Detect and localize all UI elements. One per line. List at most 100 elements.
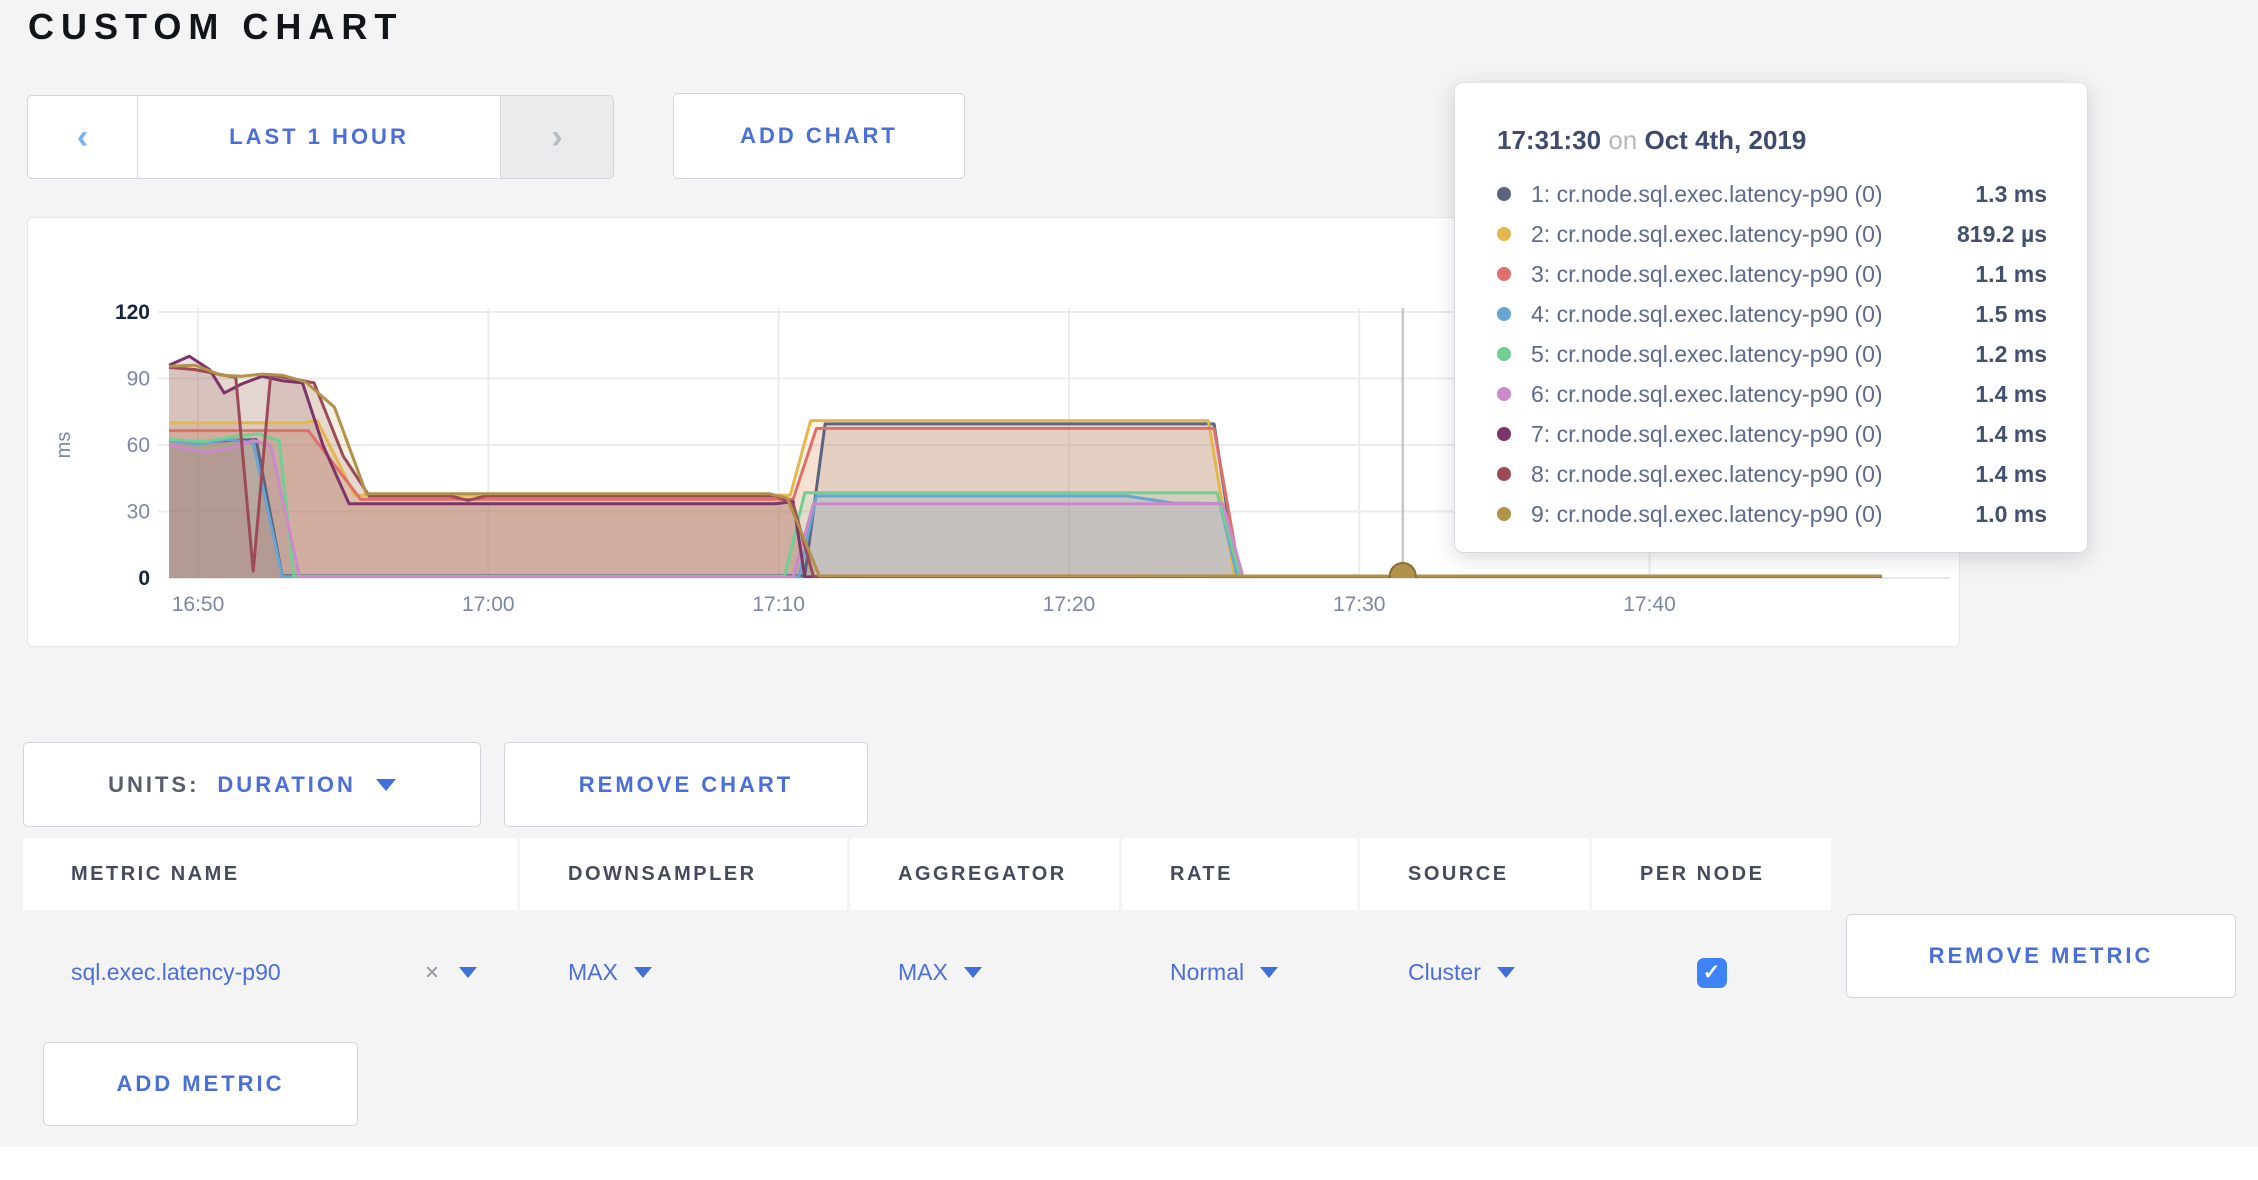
series-value: 1.5 ms bbox=[1975, 301, 2047, 328]
clear-metric-icon[interactable]: × bbox=[425, 959, 439, 987]
x-tick-label: 17:20 bbox=[1043, 593, 1096, 616]
actions-cell: REMOVE METRIC bbox=[1834, 910, 2236, 1035]
downsampler-cell: MAX bbox=[520, 910, 847, 1035]
time-range-selector: ‹ LAST 1 HOUR › bbox=[27, 95, 614, 179]
rate-cell: Normal bbox=[1122, 910, 1357, 1035]
series-label: 6: cr.node.sql.exec.latency-p90 (0) bbox=[1531, 381, 1975, 408]
series-color-dot bbox=[1497, 347, 1511, 361]
series-color-dot bbox=[1497, 507, 1511, 521]
aggregator-cell: MAX bbox=[850, 910, 1119, 1035]
footer-strip bbox=[0, 1147, 2258, 1180]
tooltip-series-row: 6: cr.node.sql.exec.latency-p90 (0) 1.4 … bbox=[1497, 374, 2047, 414]
metric-name-value[interactable]: sql.exec.latency-p90 bbox=[71, 959, 281, 986]
tooltip-series-row: 9: cr.node.sql.exec.latency-p90 (0) 1.0 … bbox=[1497, 494, 2047, 534]
tooltip-series-row: 3: cr.node.sql.exec.latency-p90 (0) 1.1 … bbox=[1497, 254, 2047, 294]
downsampler-value[interactable]: MAX bbox=[568, 959, 618, 986]
aggregator-value[interactable]: MAX bbox=[898, 959, 948, 986]
table-header-cell: SOURCE bbox=[1360, 838, 1589, 910]
hover-point-dot bbox=[1390, 563, 1416, 589]
y-tick-label: 30 bbox=[127, 500, 150, 523]
source-value[interactable]: Cluster bbox=[1408, 959, 1481, 986]
table-header-cell: AGGREGATOR bbox=[850, 838, 1119, 910]
table-header-cell: PER NODE bbox=[1592, 838, 1831, 910]
units-dropdown[interactable]: UNITS: DURATION bbox=[23, 742, 481, 827]
metric-table-header: METRIC NAMEDOWNSAMPLERAGGREGATORRATESOUR… bbox=[23, 838, 2235, 910]
x-tick-label: 16:50 bbox=[172, 593, 225, 616]
table-header-cell: DOWNSAMPLER bbox=[520, 838, 847, 910]
units-label: UNITS: bbox=[108, 772, 199, 798]
y-tick-label: 90 bbox=[127, 367, 150, 390]
series-label: 3: cr.node.sql.exec.latency-p90 (0) bbox=[1531, 261, 1975, 288]
series-value: 819.2 µs bbox=[1957, 221, 2047, 248]
chevron-right-icon: › bbox=[551, 120, 562, 154]
remove-chart-button[interactable]: REMOVE CHART bbox=[504, 742, 868, 827]
tooltip-series-row: 5: cr.node.sql.exec.latency-p90 (0) 1.2 … bbox=[1497, 334, 2047, 374]
series-label: 8: cr.node.sql.exec.latency-p90 (0) bbox=[1531, 461, 1975, 488]
tooltip-date: Oct 4th, 2019 bbox=[1644, 125, 1806, 155]
per-node-cell: ✓ bbox=[1592, 910, 1831, 1035]
series-label: 7: cr.node.sql.exec.latency-p90 (0) bbox=[1531, 421, 1975, 448]
series-color-dot bbox=[1497, 267, 1511, 281]
series-value: 1.4 ms bbox=[1975, 461, 2047, 488]
rate-value[interactable]: Normal bbox=[1170, 959, 1244, 986]
time-range-next-button[interactable]: › bbox=[500, 96, 613, 178]
tooltip-timestamp: 17:31:30 on Oct 4th, 2019 bbox=[1497, 125, 2047, 156]
page-title: CUSTOM CHART bbox=[28, 6, 403, 48]
chevron-down-icon[interactable] bbox=[634, 967, 652, 978]
table-header-cell: RATE bbox=[1122, 838, 1357, 910]
chevron-left-icon: ‹ bbox=[77, 120, 88, 154]
series-color-dot bbox=[1497, 227, 1511, 241]
time-range-value[interactable]: LAST 1 HOUR bbox=[138, 96, 500, 178]
remove-metric-button[interactable]: REMOVE METRIC bbox=[1846, 914, 2236, 998]
chevron-down-icon bbox=[376, 779, 396, 791]
add-metric-button[interactable]: ADD METRIC bbox=[43, 1042, 358, 1126]
tooltip-series-list: 1: cr.node.sql.exec.latency-p90 (0) 1.3 … bbox=[1497, 174, 2047, 534]
series-value: 1.0 ms bbox=[1975, 501, 2047, 528]
x-tick-label: 17:10 bbox=[752, 593, 805, 616]
series-color-dot bbox=[1497, 387, 1511, 401]
tooltip-time: 17:31:30 bbox=[1497, 125, 1601, 155]
chevron-down-icon[interactable] bbox=[459, 967, 477, 978]
series-value: 1.1 ms bbox=[1975, 261, 2047, 288]
chart-hover-tooltip: 17:31:30 on Oct 4th, 2019 1: cr.node.sql… bbox=[1455, 83, 2087, 552]
table-header-cell bbox=[1834, 838, 2235, 910]
tooltip-series-row: 8: cr.node.sql.exec.latency-p90 (0) 1.4 … bbox=[1497, 454, 2047, 494]
table-header-cell: METRIC NAME bbox=[23, 838, 517, 910]
tooltip-series-row: 1: cr.node.sql.exec.latency-p90 (0) 1.3 … bbox=[1497, 174, 2047, 214]
tooltip-series-row: 7: cr.node.sql.exec.latency-p90 (0) 1.4 … bbox=[1497, 414, 2047, 454]
per-node-checkbox[interactable]: ✓ bbox=[1697, 958, 1727, 988]
units-value: DURATION bbox=[217, 772, 355, 798]
x-tick-label: 17:40 bbox=[1623, 593, 1676, 616]
series-value: 1.4 ms bbox=[1975, 381, 2047, 408]
metric-table: METRIC NAMEDOWNSAMPLERAGGREGATORRATESOUR… bbox=[23, 838, 2235, 1035]
metric-name-cell: sql.exec.latency-p90 × bbox=[23, 910, 517, 1035]
series-color-dot bbox=[1497, 467, 1511, 481]
metric-table-row: sql.exec.latency-p90 × MAX MAX Normal Cl… bbox=[23, 910, 2235, 1035]
series-label: 2: cr.node.sql.exec.latency-p90 (0) bbox=[1531, 221, 1957, 248]
series-label: 1: cr.node.sql.exec.latency-p90 (0) bbox=[1531, 181, 1975, 208]
chevron-down-icon[interactable] bbox=[964, 967, 982, 978]
tooltip-on-word: on bbox=[1608, 125, 1637, 155]
source-cell: Cluster bbox=[1360, 910, 1589, 1035]
series-color-dot bbox=[1497, 427, 1511, 441]
series-label: 4: cr.node.sql.exec.latency-p90 (0) bbox=[1531, 301, 1975, 328]
chevron-down-icon[interactable] bbox=[1497, 967, 1515, 978]
series-color-dot bbox=[1497, 307, 1511, 321]
y-axis-unit: ms bbox=[53, 432, 75, 459]
y-tick-label: 60 bbox=[127, 434, 150, 457]
chevron-down-icon[interactable] bbox=[1260, 967, 1278, 978]
x-tick-label: 17:00 bbox=[462, 593, 515, 616]
series-value: 1.2 ms bbox=[1975, 341, 2047, 368]
series-value: 1.3 ms bbox=[1975, 181, 2047, 208]
add-chart-button[interactable]: ADD CHART bbox=[673, 93, 965, 179]
tooltip-series-row: 2: cr.node.sql.exec.latency-p90 (0) 819.… bbox=[1497, 214, 2047, 254]
series-label: 9: cr.node.sql.exec.latency-p90 (0) bbox=[1531, 501, 1975, 528]
y-tick-label: 0 bbox=[138, 567, 150, 590]
series-color-dot bbox=[1497, 187, 1511, 201]
time-range-prev-button[interactable]: ‹ bbox=[28, 96, 138, 178]
tooltip-series-row: 4: cr.node.sql.exec.latency-p90 (0) 1.5 … bbox=[1497, 294, 2047, 334]
x-tick-label: 17:30 bbox=[1333, 593, 1386, 616]
series-label: 5: cr.node.sql.exec.latency-p90 (0) bbox=[1531, 341, 1975, 368]
y-tick-label: 120 bbox=[115, 301, 150, 324]
series-value: 1.4 ms bbox=[1975, 421, 2047, 448]
